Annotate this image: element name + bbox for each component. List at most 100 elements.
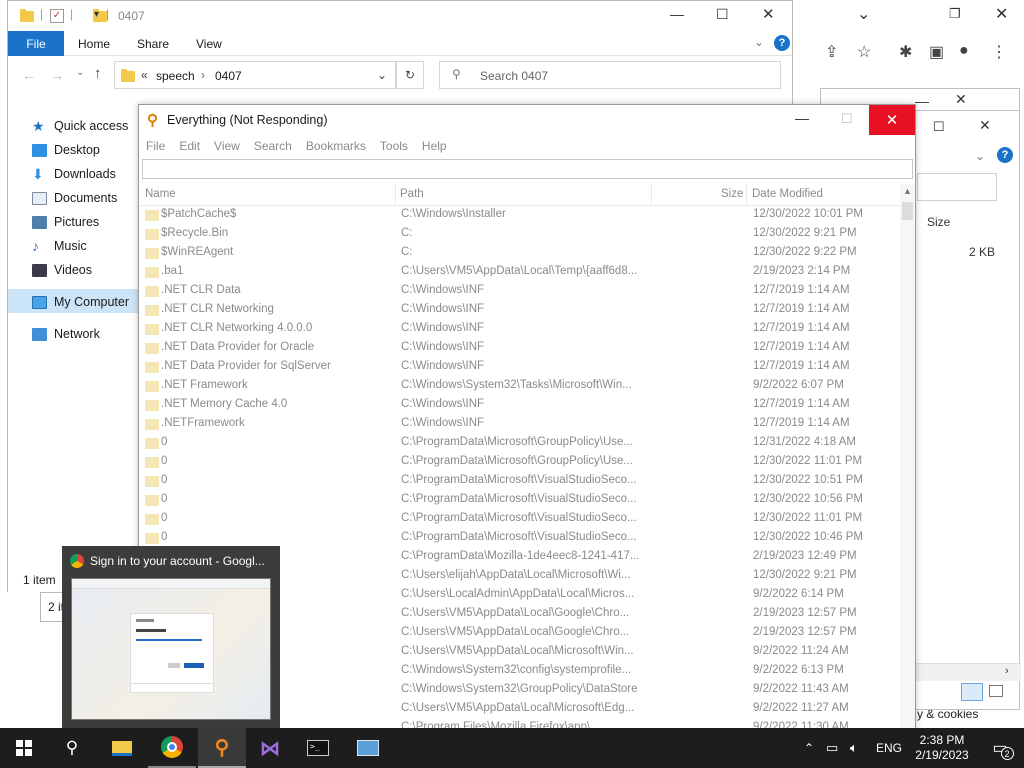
sidepanel-icon[interactable]: ▣ xyxy=(929,42,944,62)
nav-my-computer[interactable]: My Computer xyxy=(32,291,129,313)
column-path[interactable]: Path xyxy=(400,188,424,200)
result-row[interactable]: .NETFramework C:\Windows\INF 12/7/2019 1:1… xyxy=(139,415,901,434)
chrome-restore-icon[interactable]: ❐ xyxy=(949,6,961,22)
result-row[interactable]: .NET Framework C:\Windows\System32\Tasks\… xyxy=(139,377,901,396)
star-icon[interactable]: ☆ xyxy=(857,42,871,62)
result-row[interactable]: 0 C:\ProgramData\Microsoft\VisualStudioSe… xyxy=(139,510,901,529)
close-button[interactable]: ✕ xyxy=(869,105,915,135)
result-row[interactable]: .NET CLR Data C:\Windows\INF 12/7/2019 1:1… xyxy=(139,282,901,301)
share-icon[interactable]: ⇪ xyxy=(825,42,838,62)
app-icon[interactable] xyxy=(344,728,392,768)
column-size[interactable]: Size xyxy=(721,188,743,200)
tab-view[interactable]: View xyxy=(196,37,222,51)
menu-bookmarks[interactable]: Bookmarks xyxy=(299,135,373,157)
minimize-icon[interactable]: — xyxy=(795,110,809,126)
customize-toolbar-icon[interactable]: ▾ xyxy=(94,9,99,20)
close-icon[interactable]: ✕ xyxy=(979,117,991,134)
taskbar-preview[interactable]: Sign in to your account - Googl... xyxy=(62,546,280,728)
everything-icon[interactable]: ⚲ xyxy=(198,728,246,768)
address-bar[interactable]: « speech › 0407 ⌄ xyxy=(114,61,396,89)
tab-home[interactable]: Home xyxy=(78,37,110,51)
search-icon[interactable]: ⚲ xyxy=(48,728,96,768)
tab-file[interactable]: File xyxy=(8,31,64,56)
chrome-close-icon[interactable]: ✕ xyxy=(995,4,1008,24)
back-icon[interactable]: ← xyxy=(22,67,36,83)
nav-videos[interactable]: Videos xyxy=(32,259,92,281)
minimize-icon[interactable]: — xyxy=(670,6,684,22)
result-row[interactable]: .NET CLR Networking 4.0.0.0 C:\Windows\IN… xyxy=(139,320,901,339)
scroll-up-icon[interactable]: ▲ xyxy=(903,186,912,196)
properties-icon[interactable]: ✓ xyxy=(50,9,64,23)
menu-view[interactable]: View xyxy=(207,135,247,157)
forward-icon[interactable]: → xyxy=(50,67,64,83)
preview-thumbnail[interactable] xyxy=(71,578,271,720)
breadcrumb-speech[interactable]: speech xyxy=(156,69,195,83)
address-dropdown-icon[interactable]: ⌄ xyxy=(377,68,387,82)
maximize-icon[interactable]: ☐ xyxy=(933,119,945,135)
result-row[interactable]: .NET Data Provider for SqlServer C:\Windo… xyxy=(139,358,901,377)
menu-edit[interactable]: Edit xyxy=(172,135,207,157)
menu-search[interactable]: Search xyxy=(247,135,299,157)
tab-share[interactable]: Share xyxy=(137,37,169,51)
help-icon[interactable]: ? xyxy=(997,147,1013,163)
minimize-icon[interactable]: — xyxy=(915,93,929,109)
scroll-thumb[interactable] xyxy=(902,202,913,220)
result-row[interactable]: 0 C:\ProgramData\Microsoft\VisualStudioSe… xyxy=(139,491,901,510)
nav-network[interactable]: Network xyxy=(32,323,100,345)
menu-tools[interactable]: Tools xyxy=(373,135,415,157)
nav-documents[interactable]: Documents xyxy=(32,187,117,209)
expand-ribbon-icon[interactable]: ⌄ xyxy=(754,35,764,49)
details-view-icon[interactable] xyxy=(961,683,983,701)
large-icons-view-icon[interactable] xyxy=(989,685,1003,697)
column-size[interactable]: Size xyxy=(927,215,950,229)
column-name[interactable]: Name xyxy=(145,188,176,200)
column-date-modified[interactable]: Date Modified xyxy=(752,188,823,200)
refresh-icon[interactable]: ↻ xyxy=(396,61,424,89)
close-icon[interactable]: ✕ xyxy=(762,5,775,23)
close-icon[interactable]: ✕ xyxy=(955,91,967,108)
result-row[interactable]: $Recycle.Bin C: 12/30/2022 9:21 PM xyxy=(139,225,901,244)
network-tray-icon[interactable]: ▭ xyxy=(826,728,838,768)
everything-search-input[interactable] xyxy=(142,159,913,179)
breadcrumb-current[interactable]: 0407 xyxy=(215,69,242,83)
nav-music[interactable]: ♪ Music xyxy=(32,235,87,257)
chrome-minimize-icon[interactable]: ⌄ xyxy=(857,4,870,24)
chevron-down-icon[interactable]: ⌄ xyxy=(975,149,985,163)
terminal-icon[interactable]: >_ xyxy=(294,728,342,768)
help-icon[interactable]: ? xyxy=(774,35,790,51)
vertical-scrollbar[interactable]: ▲ xyxy=(900,184,915,730)
result-row[interactable]: $PatchCache$ C:\Windows\Installer 12/30/20… xyxy=(139,206,901,225)
search-input[interactable]: ⚲ Search 0407 xyxy=(439,61,781,89)
maximize-icon[interactable]: ☐ xyxy=(841,111,853,127)
nav-downloads[interactable]: ⬇ Downloads xyxy=(32,163,116,185)
result-row[interactable]: .NET Memory Cache 4.0 C:\Windows\INF 12/7/… xyxy=(139,396,901,415)
menu-file[interactable]: File xyxy=(139,135,172,157)
recent-locations-icon[interactable]: ⌄ xyxy=(76,67,84,78)
result-row[interactable]: .ba1 C:\Users\VM5\AppData\Local\Temp\{aaf… xyxy=(139,263,901,282)
language-indicator[interactable]: ENG xyxy=(876,728,902,768)
nav-desktop[interactable]: Desktop xyxy=(32,139,100,161)
result-row[interactable]: $WinREAgent C: 12/30/2022 9:22 PM xyxy=(139,244,901,263)
result-row[interactable]: .NET Data Provider for Oracle C:\Windows\… xyxy=(139,339,901,358)
profile-icon[interactable]: ● xyxy=(959,42,969,60)
scroll-right-icon[interactable]: › xyxy=(1005,665,1009,677)
result-row[interactable]: 0 C:\ProgramData\Microsoft\GroupPolicy\Us… xyxy=(139,434,901,453)
start-button[interactable] xyxy=(0,728,48,768)
nav-pictures[interactable]: Pictures xyxy=(32,211,99,233)
result-row[interactable]: 0 C:\ProgramData\Microsoft\VisualStudioSe… xyxy=(139,472,901,491)
menu-help[interactable]: Help xyxy=(415,135,454,157)
menu-icon[interactable]: ⋮ xyxy=(991,42,1007,62)
chrome-icon[interactable] xyxy=(148,728,196,768)
up-icon[interactable]: ↑ xyxy=(94,65,102,82)
visual-studio-icon[interactable]: ⋈ xyxy=(246,728,294,768)
clock[interactable]: 2:38 PM 2/19/2023 xyxy=(912,728,972,768)
file-explorer-icon[interactable] xyxy=(98,728,146,768)
result-row[interactable]: 0 C:\ProgramData\Microsoft\GroupPolicy\Us… xyxy=(139,453,901,472)
result-row[interactable]: .NET CLR Networking C:\Windows\INF 12/7/20… xyxy=(139,301,901,320)
notifications-icon[interactable]: ▭ 2 xyxy=(982,728,1018,768)
show-hidden-icons-icon[interactable]: ⌃ xyxy=(804,728,814,768)
volume-icon[interactable]: 🔈︎ xyxy=(850,728,858,768)
extensions-icon[interactable]: ✱ xyxy=(899,42,912,62)
nav-quick-access[interactable]: ★ Quick access xyxy=(32,115,128,137)
maximize-icon[interactable]: ☐ xyxy=(716,6,729,23)
